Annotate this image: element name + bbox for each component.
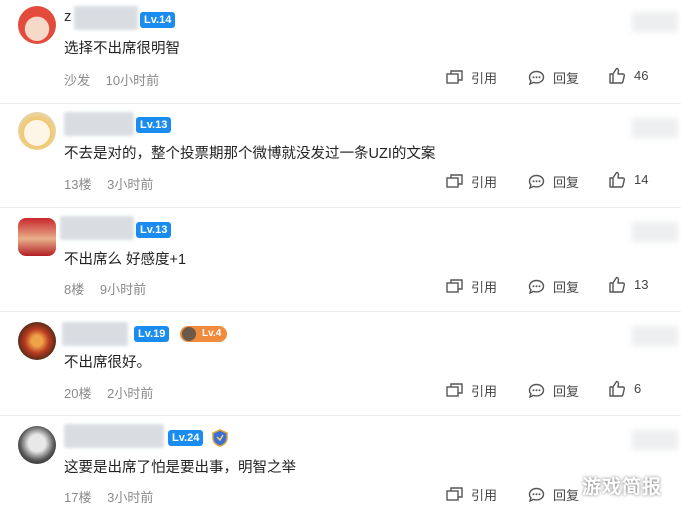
comment-text: 不出席么 好感度+1 xyxy=(64,252,187,268)
floor-label: 20楼 xyxy=(64,386,92,401)
floor-label: 沙发 xyxy=(64,73,91,88)
comment-meta: 沙发 10小时前 xyxy=(64,70,159,89)
quote-label: 引用 xyxy=(471,384,498,399)
avatar[interactable] xyxy=(18,322,56,360)
reply-button[interactable]: 回复 xyxy=(528,277,579,296)
quote-button[interactable]: 引用 xyxy=(446,381,497,400)
reply-label: 回复 xyxy=(553,175,580,190)
floor-label: 17楼 xyxy=(64,490,92,505)
comment-meta: 8楼 9小时前 xyxy=(64,279,146,298)
quote-button[interactable]: 引用 xyxy=(446,277,497,296)
thumbs-up-icon xyxy=(609,67,626,84)
timestamp: 3小时前 xyxy=(107,177,154,192)
timestamp: 3小时前 xyxy=(107,490,154,505)
reply-label: 回复 xyxy=(553,71,580,86)
quote-icon xyxy=(446,70,463,84)
more-options-blurred xyxy=(632,326,678,346)
more-options-blurred xyxy=(632,12,678,32)
shield-badge-icon xyxy=(212,429,228,447)
comment-meta: 13楼 3小时前 xyxy=(64,174,153,193)
avatar[interactable] xyxy=(18,426,56,464)
username-blurred[interactable] xyxy=(64,424,164,448)
level-badge: Lv.13 xyxy=(136,222,172,238)
avatar[interactable] xyxy=(18,6,56,44)
thumbs-up-icon xyxy=(609,380,626,397)
quote-button[interactable]: 引用 xyxy=(446,68,497,87)
level-badge: Lv.19 xyxy=(134,326,170,342)
like-count: 13 xyxy=(634,277,649,292)
reply-button[interactable]: 回复 xyxy=(528,381,579,400)
thumbs-up-icon xyxy=(609,171,626,188)
quote-icon xyxy=(446,174,463,188)
level-badge: Lv.13 xyxy=(136,117,172,133)
reply-button[interactable]: 回复 xyxy=(528,172,579,191)
comment-item: Lv.13 不出席么 好感度+1 8楼 9小时前 引用 回复 13 xyxy=(0,208,681,312)
like-button[interactable]: 6 xyxy=(608,380,641,397)
like-button[interactable]: 46 xyxy=(608,67,648,84)
comment-text: 不去是对的，整个投票期那个微博就没发过一条UZI的文案 xyxy=(64,146,436,162)
quote-icon xyxy=(446,279,463,293)
sub-level-label: Lv.4 xyxy=(202,328,222,339)
sub-level-badge: Lv.4 xyxy=(180,326,228,342)
avatar[interactable] xyxy=(18,218,56,256)
comment-bubble-icon xyxy=(528,279,545,294)
quote-label: 引用 xyxy=(471,71,498,86)
timestamp: 10小时前 xyxy=(105,73,160,88)
comment-item: Lv.13 不去是对的，整个投票期那个微博就没发过一条UZI的文案 13楼 3小… xyxy=(0,104,681,208)
level-badge: Lv.24 xyxy=(168,430,204,446)
username-blurred[interactable] xyxy=(74,6,138,30)
comment-item: Lv.19 Lv.4 不出席很好。 20楼 2小时前 引用 回复 6 xyxy=(0,312,681,416)
comment-bubble-icon xyxy=(528,70,545,85)
like-button[interactable]: 14 xyxy=(608,171,648,188)
more-options-blurred xyxy=(632,222,678,242)
like-count: 14 xyxy=(634,172,649,187)
quote-icon xyxy=(446,487,463,501)
avatar[interactable] xyxy=(18,112,56,150)
quote-label: 引用 xyxy=(471,488,498,503)
reply-button[interactable]: 回复 xyxy=(528,485,579,504)
comment-bubble-icon xyxy=(528,383,545,398)
sub-level-avatar-icon xyxy=(182,327,196,341)
timestamp: 2小时前 xyxy=(107,386,154,401)
level-badge: Lv.14 xyxy=(140,12,176,28)
username-blurred[interactable] xyxy=(60,216,134,240)
quote-button[interactable]: 引用 xyxy=(446,172,497,191)
floor-label: 8楼 xyxy=(64,282,85,297)
comment-bubble-icon xyxy=(528,487,545,502)
comment-bubble-icon xyxy=(528,174,545,189)
more-options-blurred xyxy=(632,430,678,450)
comment-text: 选择不出席很明智 xyxy=(64,41,180,57)
quote-button[interactable]: 引用 xyxy=(446,485,497,504)
username-prefix: z xyxy=(64,8,72,25)
like-button[interactable]: 13 xyxy=(608,276,648,293)
floor-label: 13楼 xyxy=(64,177,92,192)
reply-label: 回复 xyxy=(553,384,580,399)
timestamp: 9小时前 xyxy=(99,282,147,297)
reply-label: 回复 xyxy=(553,488,580,503)
quote-label: 引用 xyxy=(471,175,498,190)
quote-label: 引用 xyxy=(471,280,498,295)
comment-text: 这要是出席了怕是要出事，明智之举 xyxy=(64,460,296,476)
username-blurred[interactable] xyxy=(64,112,134,136)
like-count: 46 xyxy=(634,68,649,83)
username-blurred[interactable] xyxy=(62,322,128,346)
reply-label: 回复 xyxy=(553,280,580,295)
comment-text: 不出席很好。 xyxy=(64,355,151,371)
comment-meta: 17楼 3小时前 xyxy=(64,487,153,506)
comment-item: z Lv.14 选择不出席很明智 沙发 10小时前 引用 回复 46 xyxy=(0,0,681,104)
reply-button[interactable]: 回复 xyxy=(528,68,579,87)
watermark: 游戏简报 xyxy=(582,477,663,498)
quote-icon xyxy=(446,383,463,397)
thumbs-up-icon xyxy=(609,276,626,293)
more-options-blurred xyxy=(632,118,678,138)
comment-item: Lv.24 这要是出席了怕是要出事，明智之举 17楼 3小时前 引用 回复 xyxy=(0,416,681,520)
like-count: 6 xyxy=(634,381,642,396)
comment-meta: 20楼 2小时前 xyxy=(64,383,153,402)
